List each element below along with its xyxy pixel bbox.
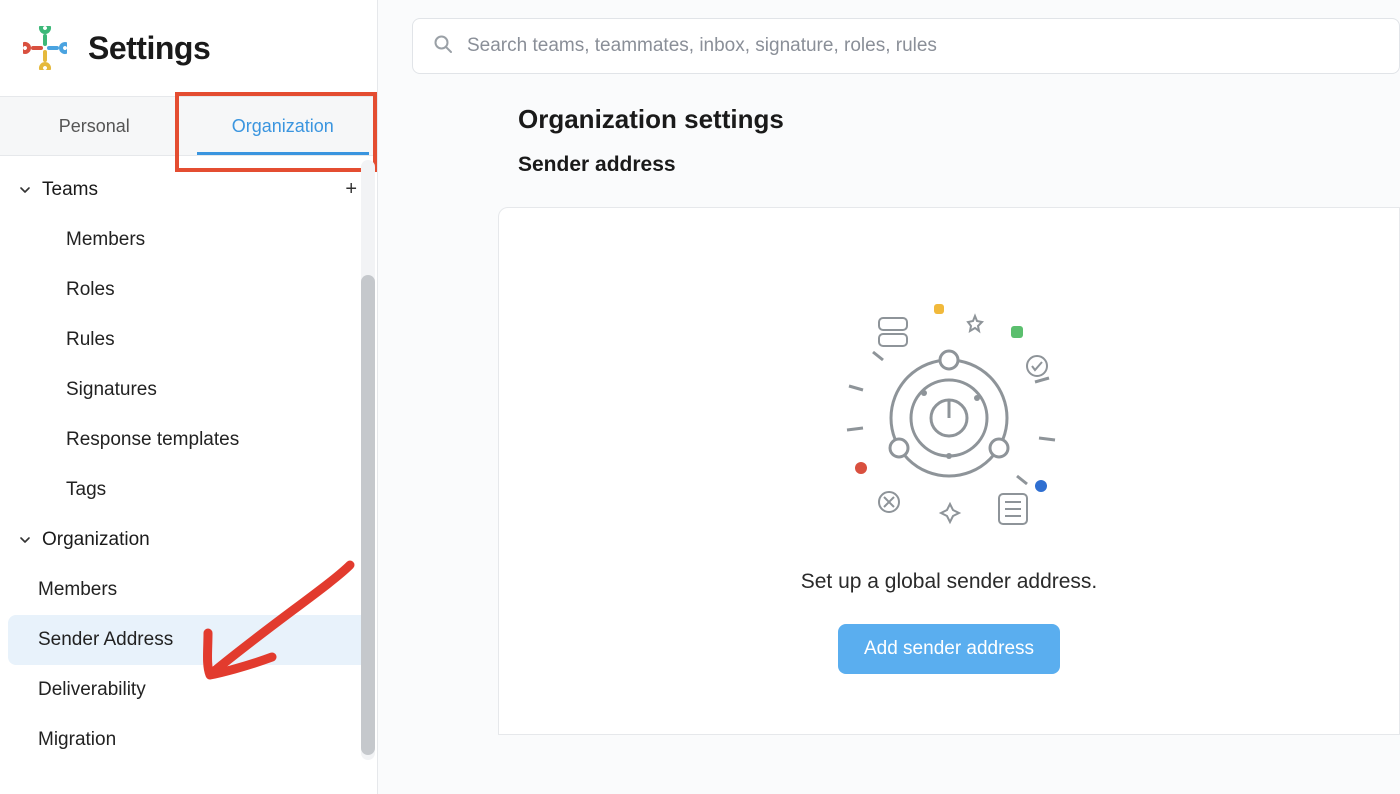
tab-organization[interactable]: Organization [189, 97, 378, 155]
scrollbar-thumb[interactable] [361, 275, 375, 755]
section-subtitle: Sender address [518, 153, 1400, 177]
sidebar-header: Settings [0, 0, 377, 96]
app-logo-icon [22, 25, 68, 71]
nav-item-teams-signatures[interactable]: Signatures [8, 365, 369, 415]
empty-state-text: Set up a global sender address. [801, 570, 1098, 594]
page-title: Settings [88, 30, 210, 67]
add-team-icon[interactable]: + [345, 178, 357, 201]
nav-item-teams-rules[interactable]: Rules [8, 315, 369, 365]
nav-section-organization[interactable]: Organization [0, 515, 377, 565]
sidebar-nav: Teams + Members Roles Rules Signatures R… [0, 156, 377, 765]
nav-section-teams[interactable]: Teams + [0, 164, 377, 215]
empty-state-card: Set up a global sender address. Add send… [498, 207, 1400, 735]
empty-state-illustration-icon [829, 298, 1069, 538]
search-wrap [378, 0, 1400, 92]
nav-section-label: Teams [42, 179, 98, 201]
chevron-down-icon [18, 183, 32, 197]
add-sender-address-button[interactable]: Add sender address [838, 624, 1060, 674]
nav-item-org-migration[interactable]: Migration [8, 715, 369, 765]
chevron-down-icon [18, 533, 32, 547]
search-input[interactable] [467, 35, 1379, 57]
nav-item-org-sender-address[interactable]: Sender Address [8, 615, 369, 665]
tab-personal[interactable]: Personal [0, 97, 189, 155]
nav-item-teams-roles[interactable]: Roles [8, 265, 369, 315]
sidebar-tabs: Personal Organization [0, 96, 377, 156]
content-area: Organization settings Sender address [378, 92, 1400, 735]
main-content: Organization settings Sender address [378, 0, 1400, 794]
nav-item-teams-tags[interactable]: Tags [8, 465, 369, 515]
nav-item-org-members[interactable]: Members [8, 565, 369, 615]
section-title: Organization settings [518, 104, 1400, 135]
search-icon [433, 34, 453, 59]
nav-item-org-deliverability[interactable]: Deliverability [8, 665, 369, 715]
sidebar: Settings Personal Organization Teams + M… [0, 0, 378, 794]
nav-item-teams-response-templates[interactable]: Response templates [8, 415, 369, 465]
nav-item-teams-members[interactable]: Members [8, 215, 369, 265]
nav-section-label: Organization [42, 529, 150, 551]
search-box[interactable] [412, 18, 1400, 74]
